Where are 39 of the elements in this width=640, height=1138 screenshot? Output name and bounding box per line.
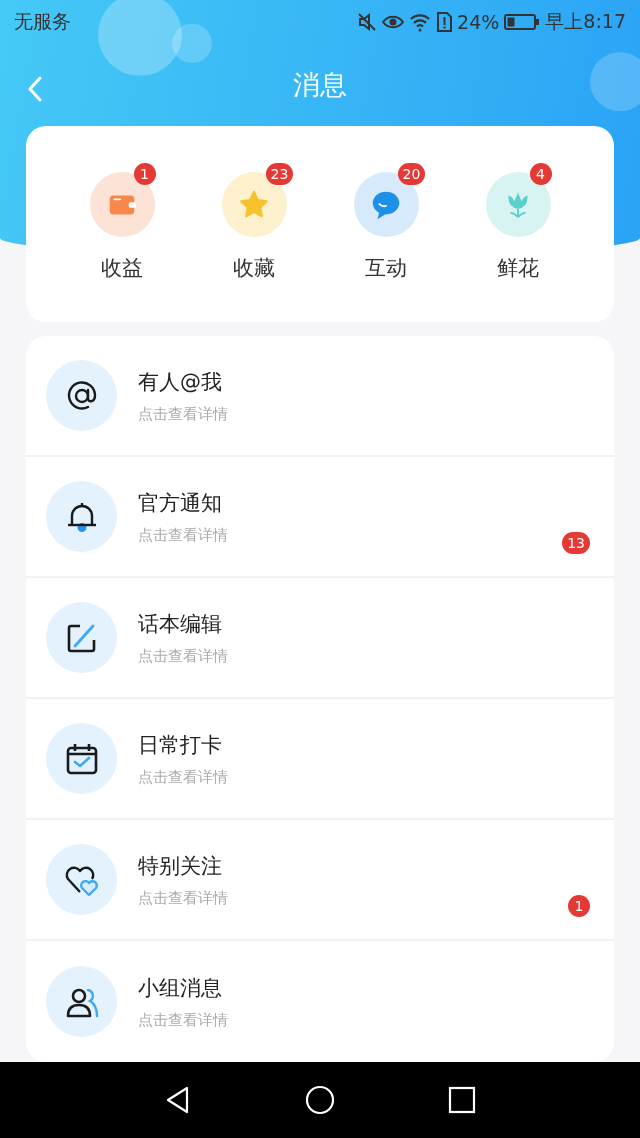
category-item[interactable]: 4 鲜花 <box>469 162 567 282</box>
message-subtitle: 点击查看详情 <box>138 404 229 424</box>
message-row[interactable]: 日常打卡 点击查看详情 <box>26 699 614 820</box>
message-title: 话本编辑 <box>138 610 223 638</box>
message-subtitle: 点击查看详情 <box>138 646 229 666</box>
unread-count: 1 <box>568 895 590 917</box>
clock: 早上8:17 <box>545 9 626 34</box>
message-title: 官方通知 <box>138 489 223 517</box>
unread-count: 23 <box>265 163 294 185</box>
message-row[interactable]: 小组消息 点击查看详情 <box>26 941 614 1062</box>
message-subtitle: 点击查看详情 <box>138 1010 229 1030</box>
message-row[interactable]: 有人@我 点击查看详情 <box>26 336 614 457</box>
carrier-label: 无服务 <box>14 9 71 34</box>
mute-icon <box>357 12 378 32</box>
battery-percent: 24% <box>457 11 500 33</box>
category-item[interactable]: 20 互动 <box>337 162 435 282</box>
message-title: 特别关注 <box>138 852 223 880</box>
message-subtitle: 点击查看详情 <box>138 888 229 908</box>
message-title: 有人@我 <box>138 368 223 396</box>
message-row[interactable]: 特别关注 点击查看详情 1 <box>26 820 614 941</box>
wifi-icon <box>409 12 432 32</box>
sim-alert-icon <box>436 12 453 32</box>
bubble <box>590 52 640 112</box>
category-item[interactable]: 1 收益 <box>73 162 171 282</box>
unread-count: 13 <box>562 532 590 554</box>
message-title: 日常打卡 <box>138 731 223 759</box>
recents-icon[interactable] <box>447 1085 477 1115</box>
unread-count: 4 <box>529 163 552 185</box>
message-subtitle: 点击查看详情 <box>138 767 229 787</box>
page-title: 消息 <box>293 68 347 102</box>
message-row[interactable]: 话本编辑 点击查看详情 <box>26 578 614 699</box>
message-subtitle: 点击查看详情 <box>138 525 229 545</box>
message-title: 小组消息 <box>138 974 223 1002</box>
message-row[interactable]: 官方通知 点击查看详情 13 <box>26 457 614 578</box>
home-icon[interactable] <box>305 1085 335 1115</box>
battery-icon <box>504 12 541 32</box>
unread-count: 1 <box>133 163 156 185</box>
unread-count: 20 <box>397 163 426 185</box>
category-item[interactable]: 23 收藏 <box>205 162 303 282</box>
